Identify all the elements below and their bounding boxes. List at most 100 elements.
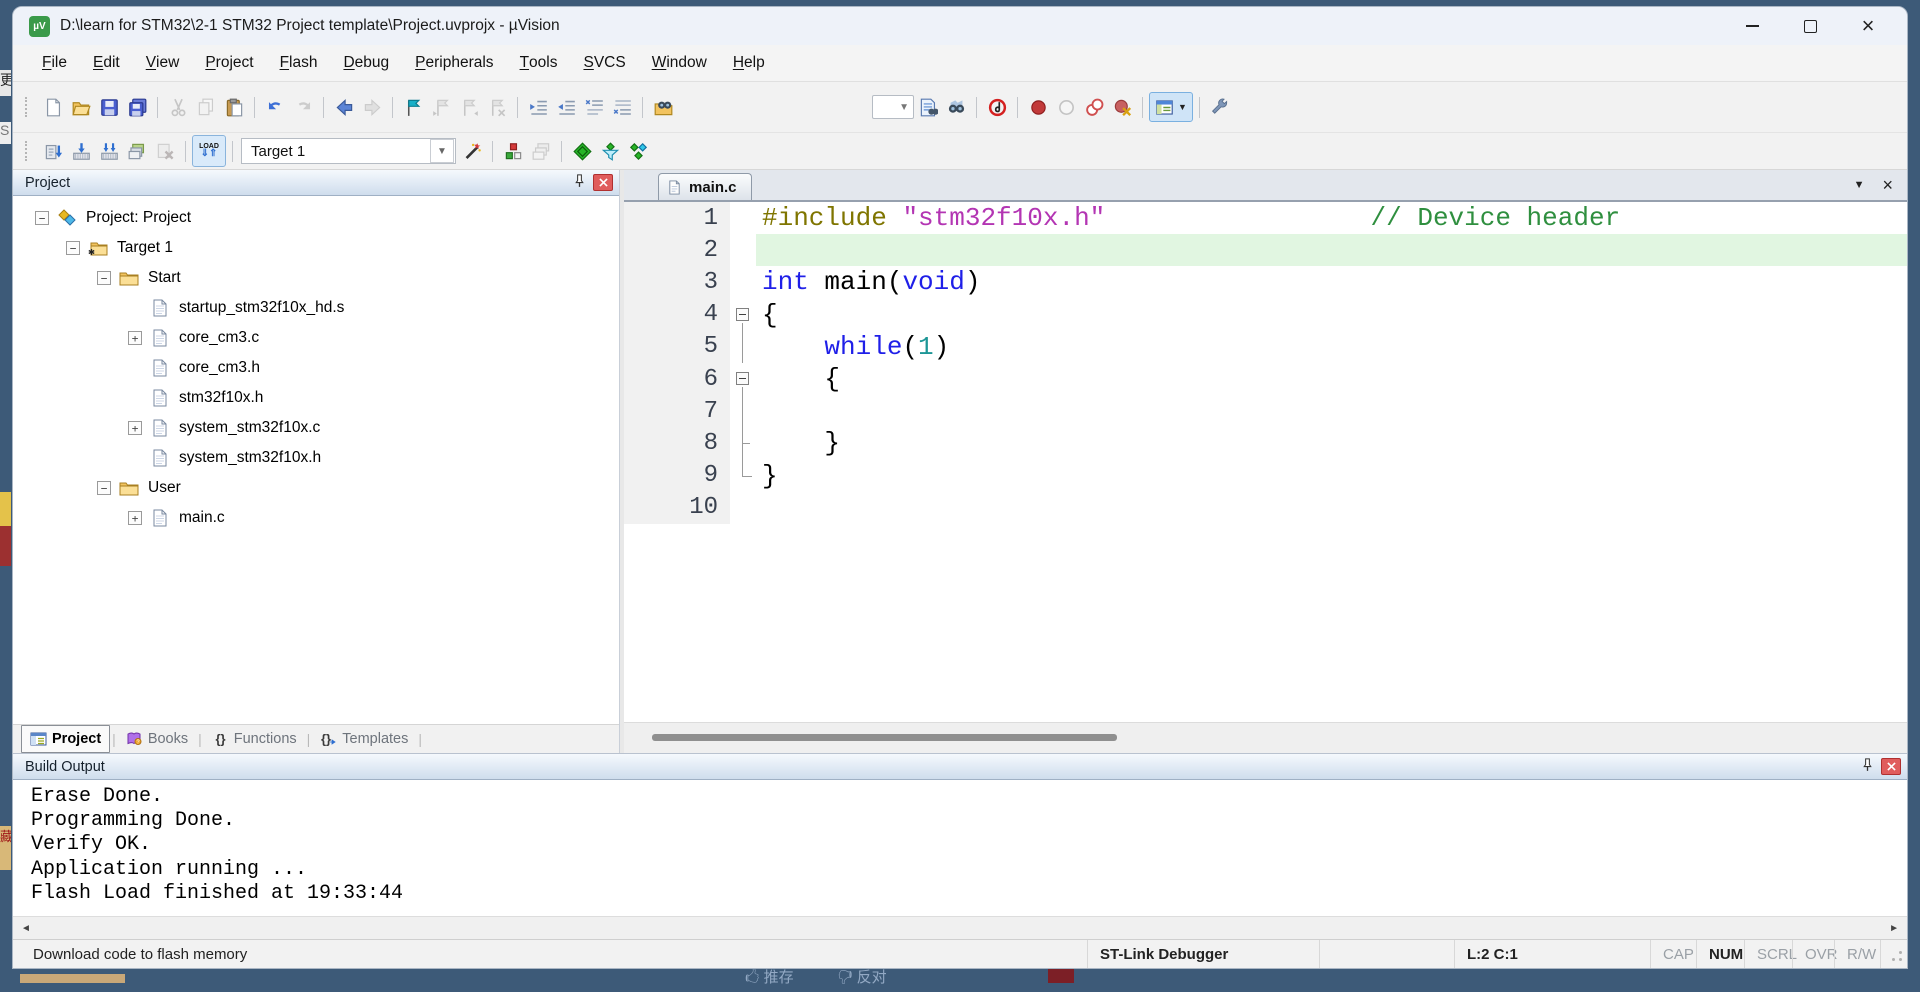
code-line-2[interactable]: 2 xyxy=(624,234,1907,267)
breakpoint-kill-all-button[interactable] xyxy=(1108,94,1136,121)
cut-button[interactable] xyxy=(164,94,192,121)
target-select-combo[interactable]: Target 1 ▼ xyxy=(241,138,456,164)
find-text-combo[interactable]: ▼ xyxy=(872,95,914,119)
menu-peripherals[interactable]: Peripherals xyxy=(402,45,506,81)
tree-item-system-stm32f10x-c[interactable]: + system_stm32f10x.c xyxy=(13,413,619,443)
code-line-7[interactable]: 7 xyxy=(624,395,1907,428)
tree-item-system-stm32f10x-h[interactable]: system_stm32f10x.h xyxy=(13,443,619,473)
tree-item-project-project[interactable]: − Project: Project xyxy=(13,203,619,233)
new-file-button[interactable] xyxy=(39,94,67,121)
nav-back-button[interactable] xyxy=(330,94,358,121)
nav-forward-button[interactable] xyxy=(358,94,386,121)
code-line-3[interactable]: 3 int main(void) xyxy=(624,266,1907,299)
pin-icon[interactable] xyxy=(1860,757,1875,777)
batch-build-button[interactable] xyxy=(123,138,151,165)
find-button[interactable] xyxy=(942,94,970,121)
breakpoint-button[interactable] xyxy=(1024,94,1052,121)
tree-item-main-c[interactable]: + main.c xyxy=(13,503,619,533)
code-line-1[interactable]: 1 #include "stm32f10x.h" // Device header xyxy=(624,202,1907,235)
bookmark-prev-button[interactable] xyxy=(427,94,455,121)
scroll-right-icon[interactable]: ► xyxy=(1889,923,1899,934)
tree-item-start[interactable]: − Start xyxy=(13,263,619,293)
expand-icon[interactable]: + xyxy=(128,511,142,525)
save-button[interactable] xyxy=(95,94,123,121)
menu-svcs[interactable]: S VCS xyxy=(570,45,638,81)
code-line-6[interactable]: 6 { xyxy=(624,362,1907,396)
build-button[interactable] xyxy=(67,138,95,165)
translate-button[interactable] xyxy=(39,138,67,165)
stop-build-button[interactable] xyxy=(151,138,179,165)
unindent-button[interactable] xyxy=(552,94,580,121)
editor-horizontal-scrollbar[interactable] xyxy=(624,722,1907,753)
expand-icon[interactable]: + xyxy=(128,331,142,345)
panel-tab-templates[interactable]: {} Templates xyxy=(312,726,416,752)
menu-help[interactable]: Help xyxy=(720,45,778,81)
paste-button[interactable] xyxy=(220,94,248,121)
panel-tab-project[interactable]: Project xyxy=(21,725,111,753)
close-button[interactable]: × xyxy=(1839,9,1897,43)
find-doc-button[interactable] xyxy=(914,94,942,121)
select-packs-button[interactable] xyxy=(596,138,624,165)
debug-session-button[interactable] xyxy=(983,94,1011,121)
copy-button[interactable] xyxy=(192,94,220,121)
build-output-log[interactable]: Erase Done. Programming Done. Verify OK. Ap… xyxy=(13,780,1907,916)
menu-flash[interactable]: Flash xyxy=(267,45,331,81)
menu-window[interactable]: Window xyxy=(639,45,720,81)
tab-list-dropdown-icon[interactable]: ▼ xyxy=(1854,179,1865,191)
redo-button[interactable] xyxy=(289,94,317,121)
build-output-scrollbar[interactable]: ◄ ► xyxy=(13,916,1907,939)
resize-grip[interactable] xyxy=(1880,940,1907,968)
pack-installer-button[interactable] xyxy=(568,138,596,165)
menu-debug[interactable]: Debug xyxy=(330,45,402,81)
pin-icon[interactable] xyxy=(572,173,587,193)
download-to-flash-button[interactable]: LOAD ⇓⇑ xyxy=(192,135,226,167)
undo-button[interactable] xyxy=(261,94,289,121)
tab-main-c[interactable]: main.c xyxy=(658,173,752,200)
tree-item-core-cm3-c[interactable]: + core_cm3.c xyxy=(13,323,619,353)
manage-components-button[interactable] xyxy=(624,138,652,165)
scrollbar-thumb[interactable] xyxy=(652,734,1117,741)
comment-button[interactable] xyxy=(580,94,608,121)
open-folder-button[interactable] xyxy=(67,94,95,121)
collapse-icon[interactable]: − xyxy=(97,481,111,495)
rebuild-button[interactable] xyxy=(95,138,123,165)
menu-edit[interactable]: Edit xyxy=(80,45,133,81)
project-panel-close-button[interactable] xyxy=(593,174,613,191)
code-line-5[interactable]: 5 while(1) xyxy=(624,330,1907,363)
collapse-icon[interactable]: − xyxy=(97,271,111,285)
collapse-icon[interactable]: − xyxy=(35,211,49,225)
bookmark-next-button[interactable] xyxy=(455,94,483,121)
target-options-button[interactable] xyxy=(458,138,486,165)
indent-button[interactable] xyxy=(524,94,552,121)
manage-rte-button[interactable] xyxy=(499,138,527,165)
panel-tab-books[interactable]: ? Books xyxy=(118,726,196,752)
tree-item-user[interactable]: − User xyxy=(13,473,619,503)
configure-button[interactable] xyxy=(1206,94,1234,121)
manage-project-items-button[interactable] xyxy=(527,138,555,165)
tree-item-startup-stm32f10x-hd-s[interactable]: startup_stm32f10x_hd.s xyxy=(13,293,619,323)
collapse-icon[interactable]: − xyxy=(66,241,80,255)
fold-margin[interactable] xyxy=(730,362,756,396)
editor-close-icon[interactable]: × xyxy=(1882,176,1893,194)
fold-margin[interactable] xyxy=(730,298,756,331)
menu-project[interactable]: Project xyxy=(192,45,266,81)
build-output-close-button[interactable] xyxy=(1881,758,1901,775)
bookmark-button[interactable] xyxy=(399,94,427,121)
breakpoint-disable-button[interactable] xyxy=(1052,94,1080,121)
tree-item-target-1[interactable]: − Target 1 xyxy=(13,233,619,263)
code-line-8[interactable]: 8 } xyxy=(624,427,1907,460)
menu-view[interactable]: View xyxy=(133,45,193,81)
expand-icon[interactable]: + xyxy=(128,421,142,435)
code-line-4[interactable]: 4{ xyxy=(624,298,1907,331)
code-area[interactable]: 1 #include "stm32f10x.h" // Device header… xyxy=(624,202,1907,722)
debug-windows-dropdown-button[interactable]: ▼ xyxy=(1149,92,1193,122)
find-in-files-button[interactable] xyxy=(649,94,677,121)
scroll-left-icon[interactable]: ◄ xyxy=(21,923,31,934)
code-line-10[interactable]: 10 xyxy=(624,491,1907,524)
panel-tab-functions[interactable]: {} Functions xyxy=(204,726,305,752)
bookmark-clear-button[interactable] xyxy=(483,94,511,121)
uncomment-button[interactable] xyxy=(608,94,636,121)
minimize-button[interactable] xyxy=(1723,9,1781,43)
tree-item-stm32f10x-h[interactable]: stm32f10x.h xyxy=(13,383,619,413)
code-line-9[interactable]: 9} xyxy=(624,459,1907,492)
